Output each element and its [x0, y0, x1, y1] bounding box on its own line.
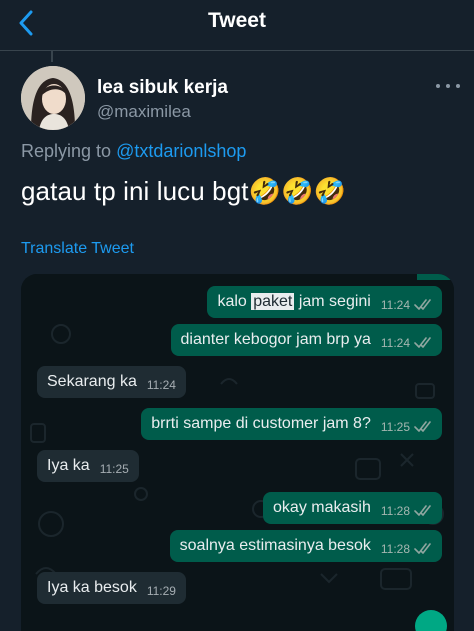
user-handle[interactable]: @maximilea — [97, 102, 191, 122]
double-check-icon — [414, 299, 432, 311]
avatar[interactable] — [21, 66, 85, 130]
replying-to-mention[interactable]: @txtdarionlshop — [116, 141, 246, 161]
message-text-part: jam segini — [294, 293, 371, 310]
message-text: dianter kebogor jam brp ya — [180, 331, 371, 348]
incoming-message-bubble: Sekarang ka 11:24 — [37, 366, 186, 398]
double-check-icon — [414, 337, 432, 349]
message-text: kalo paket jam segini — [217, 293, 371, 311]
message-time: 11:29 — [146, 584, 176, 598]
incoming-message-bubble: Iya ka besok 11:29 — [37, 572, 186, 604]
avatar-image — [21, 66, 85, 130]
message-time: 11:24 — [380, 298, 410, 312]
message-text: okay makasih — [273, 499, 371, 516]
message-text: soalnya estimasinya besok — [179, 537, 371, 554]
message-time: 11:24 — [146, 378, 176, 392]
double-check-icon — [414, 543, 432, 555]
thread-connector-line — [51, 50, 53, 62]
message-text: brrti sampe di customer jam 8? — [151, 415, 371, 432]
message-time: 11:28 — [380, 504, 410, 518]
message-time: 11:24 — [380, 336, 410, 350]
message-text: Iya ka — [47, 457, 90, 474]
more-horizontal-icon-dot — [446, 84, 450, 88]
outgoing-message-bubble: soalnya estimasinya besok 11:28 — [169, 530, 442, 562]
top-bar: Tweet — [0, 0, 474, 51]
message-time: 11:25 — [380, 420, 410, 434]
double-check-icon — [414, 421, 432, 433]
replying-to-line: Replying to @txtdarionlshop — [21, 141, 246, 162]
incoming-message-bubble: Iya ka 11:25 — [37, 450, 139, 482]
outgoing-message-bubble: dianter kebogor jam brp ya 11:24 — [170, 324, 442, 356]
message-text: Sekarang ka — [47, 373, 137, 390]
outgoing-message-bubble: kalo paket jam segini 11:24 — [207, 286, 442, 318]
tweet-text: gatau tp ini lucu bgt🤣🤣🤣 — [21, 176, 347, 206]
message-time: 11:28 — [380, 542, 410, 556]
tweet-media-screenshot[interactable]: kalo paket jam segini 11:24 dianter kebogo… — [21, 274, 454, 631]
more-options-button[interactable] — [436, 78, 460, 94]
more-horizontal-icon-dot — [456, 84, 460, 88]
outgoing-message-bubble: brrti sampe di customer jam 8? 11:25 — [141, 408, 442, 440]
message-time: 11:25 — [99, 462, 129, 476]
message-text-part: kalo — [217, 293, 252, 310]
display-name[interactable]: lea sibuk kerja — [97, 77, 228, 99]
more-horizontal-icon — [436, 84, 440, 88]
outgoing-message-bubble: okay makasih 11:28 — [263, 492, 442, 524]
highlighted-word: paket — [251, 293, 295, 310]
message-text: Iya ka besok — [47, 579, 137, 596]
translate-tweet-link[interactable]: Translate Tweet — [21, 240, 134, 258]
replying-to-label: Replying to — [21, 141, 112, 161]
page-title: Tweet — [208, 9, 266, 32]
double-check-icon — [414, 505, 432, 517]
